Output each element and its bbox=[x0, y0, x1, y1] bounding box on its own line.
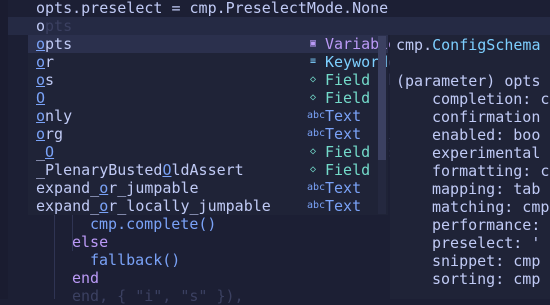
completion-item-label: expand_or_locally_jumpable bbox=[36, 197, 271, 215]
match-highlight: O bbox=[45, 143, 55, 161]
doc-field-line: preselect: ' bbox=[432, 234, 541, 252]
code-line-current[interactable]: opts bbox=[36, 17, 72, 35]
completion-item-kind: Field bbox=[325, 71, 371, 89]
documentation-window: cmp.ConfigSchema (parameter) opts comple… bbox=[390, 35, 550, 299]
code-line-else: else bbox=[72, 233, 109, 251]
match-highlight: o bbox=[99, 179, 109, 197]
field-kind-icon: ◇ bbox=[309, 164, 317, 175]
doc-field-line: performance: bbox=[432, 216, 541, 234]
match-highlight: o bbox=[36, 71, 46, 89]
typed-text: o bbox=[36, 17, 46, 35]
doc-field-line: confirmation bbox=[432, 108, 541, 126]
completion-item-kind: Variable bbox=[325, 35, 398, 53]
completion-item-label: org bbox=[36, 125, 64, 143]
completion-item-kind: Text bbox=[325, 197, 362, 215]
field-kind-icon: ◇ bbox=[309, 74, 317, 85]
text-kind-icon: abc bbox=[307, 200, 326, 211]
completion-item[interactable]: org abc Text bbox=[28, 125, 388, 143]
completion-item-label: only bbox=[36, 107, 73, 125]
completion-item-label: expand_or_jumpable bbox=[36, 179, 199, 197]
completion-item[interactable]: expand_or_locally_jumpable abc Text bbox=[28, 197, 388, 215]
completion-menu[interactable]: opts ▣ Variable or ≡ Keyword os ◇ Field O ◇ Field on… bbox=[28, 35, 397, 215]
doc-param-line: (parameter) opts bbox=[396, 72, 541, 90]
completion-item-kind: Text bbox=[325, 107, 362, 125]
completion-item[interactable]: _PlenaryBustedOldAssert ◇ Field bbox=[28, 161, 388, 179]
match-highlight: o bbox=[36, 107, 46, 125]
completion-item[interactable]: _O ◇ Field bbox=[28, 143, 388, 161]
completion-item[interactable]: opts ▣ Variable bbox=[28, 35, 397, 53]
completion-item-label: opts bbox=[36, 35, 73, 53]
completion-item-label: _PlenaryBustedOldAssert bbox=[36, 161, 244, 179]
ghost-text: pts bbox=[45, 17, 73, 35]
completion-item-kind: Text bbox=[325, 179, 362, 197]
completion-item[interactable]: only abc Text bbox=[28, 107, 388, 125]
code-line-complete: cmp.complete() bbox=[90, 215, 217, 233]
doc-type-line: cmp.ConfigSchema bbox=[396, 36, 541, 54]
match-highlight: o bbox=[36, 53, 46, 71]
completion-item-kind: Field bbox=[325, 143, 371, 161]
text-kind-icon: abc bbox=[307, 128, 326, 139]
match-highlight: o bbox=[36, 35, 46, 53]
completion-item-kind: Text bbox=[325, 125, 362, 143]
completion-item-label: os bbox=[36, 71, 55, 89]
doc-field-line: snippet: cmp bbox=[432, 252, 541, 270]
doc-field-line: enabled: boo bbox=[432, 126, 541, 144]
completion-item-label: _O bbox=[36, 143, 55, 161]
doc-field-line: matching: cmp bbox=[432, 198, 550, 216]
cursor-line-highlight bbox=[8, 17, 550, 35]
field-kind-icon: ◇ bbox=[309, 92, 317, 103]
match-highlight: O bbox=[162, 161, 172, 179]
completion-scrollbar-thumb[interactable] bbox=[378, 36, 386, 160]
match-highlight: o bbox=[36, 125, 46, 143]
sign-gutter bbox=[0, 0, 8, 299]
completion-item[interactable]: expand_or_jumpable abc Text bbox=[28, 179, 388, 197]
completion-item-kind: Field bbox=[325, 161, 371, 179]
completion-item-kind: Field bbox=[325, 89, 371, 107]
code-line-fallback: fallback() bbox=[90, 251, 181, 269]
match-highlight: O bbox=[36, 89, 46, 107]
completion-item[interactable]: os ◇ Field bbox=[28, 71, 388, 89]
text-kind-icon: abc bbox=[307, 110, 326, 121]
completion-item-label: O bbox=[36, 89, 45, 107]
match-highlight: o bbox=[99, 197, 109, 215]
code-line-end: end bbox=[72, 269, 100, 287]
field-kind-icon: ◇ bbox=[309, 146, 317, 157]
doc-field-line: completion: c bbox=[432, 90, 550, 108]
completion-item-label: or bbox=[36, 53, 55, 71]
completion-item[interactable]: or ≡ Keyword bbox=[28, 53, 388, 71]
doc-field-line: experimental bbox=[432, 144, 541, 162]
text-kind-icon: abc bbox=[307, 182, 326, 193]
doc-field-line: mapping: tab bbox=[432, 180, 541, 198]
doc-field-line: formatting: c bbox=[432, 162, 550, 180]
doc-field-line: sorting: cmp bbox=[432, 270, 541, 288]
code-line-last: end, { "i", "s" }), bbox=[72, 287, 244, 305]
variable-kind-icon: ▣ bbox=[309, 38, 317, 49]
completion-item[interactable]: O ◇ Field bbox=[28, 89, 388, 107]
code-line-preselect: opts.preselect = cmp.PreselectMode.None bbox=[36, 0, 389, 17]
keyword-kind-icon: ≡ bbox=[309, 56, 317, 67]
